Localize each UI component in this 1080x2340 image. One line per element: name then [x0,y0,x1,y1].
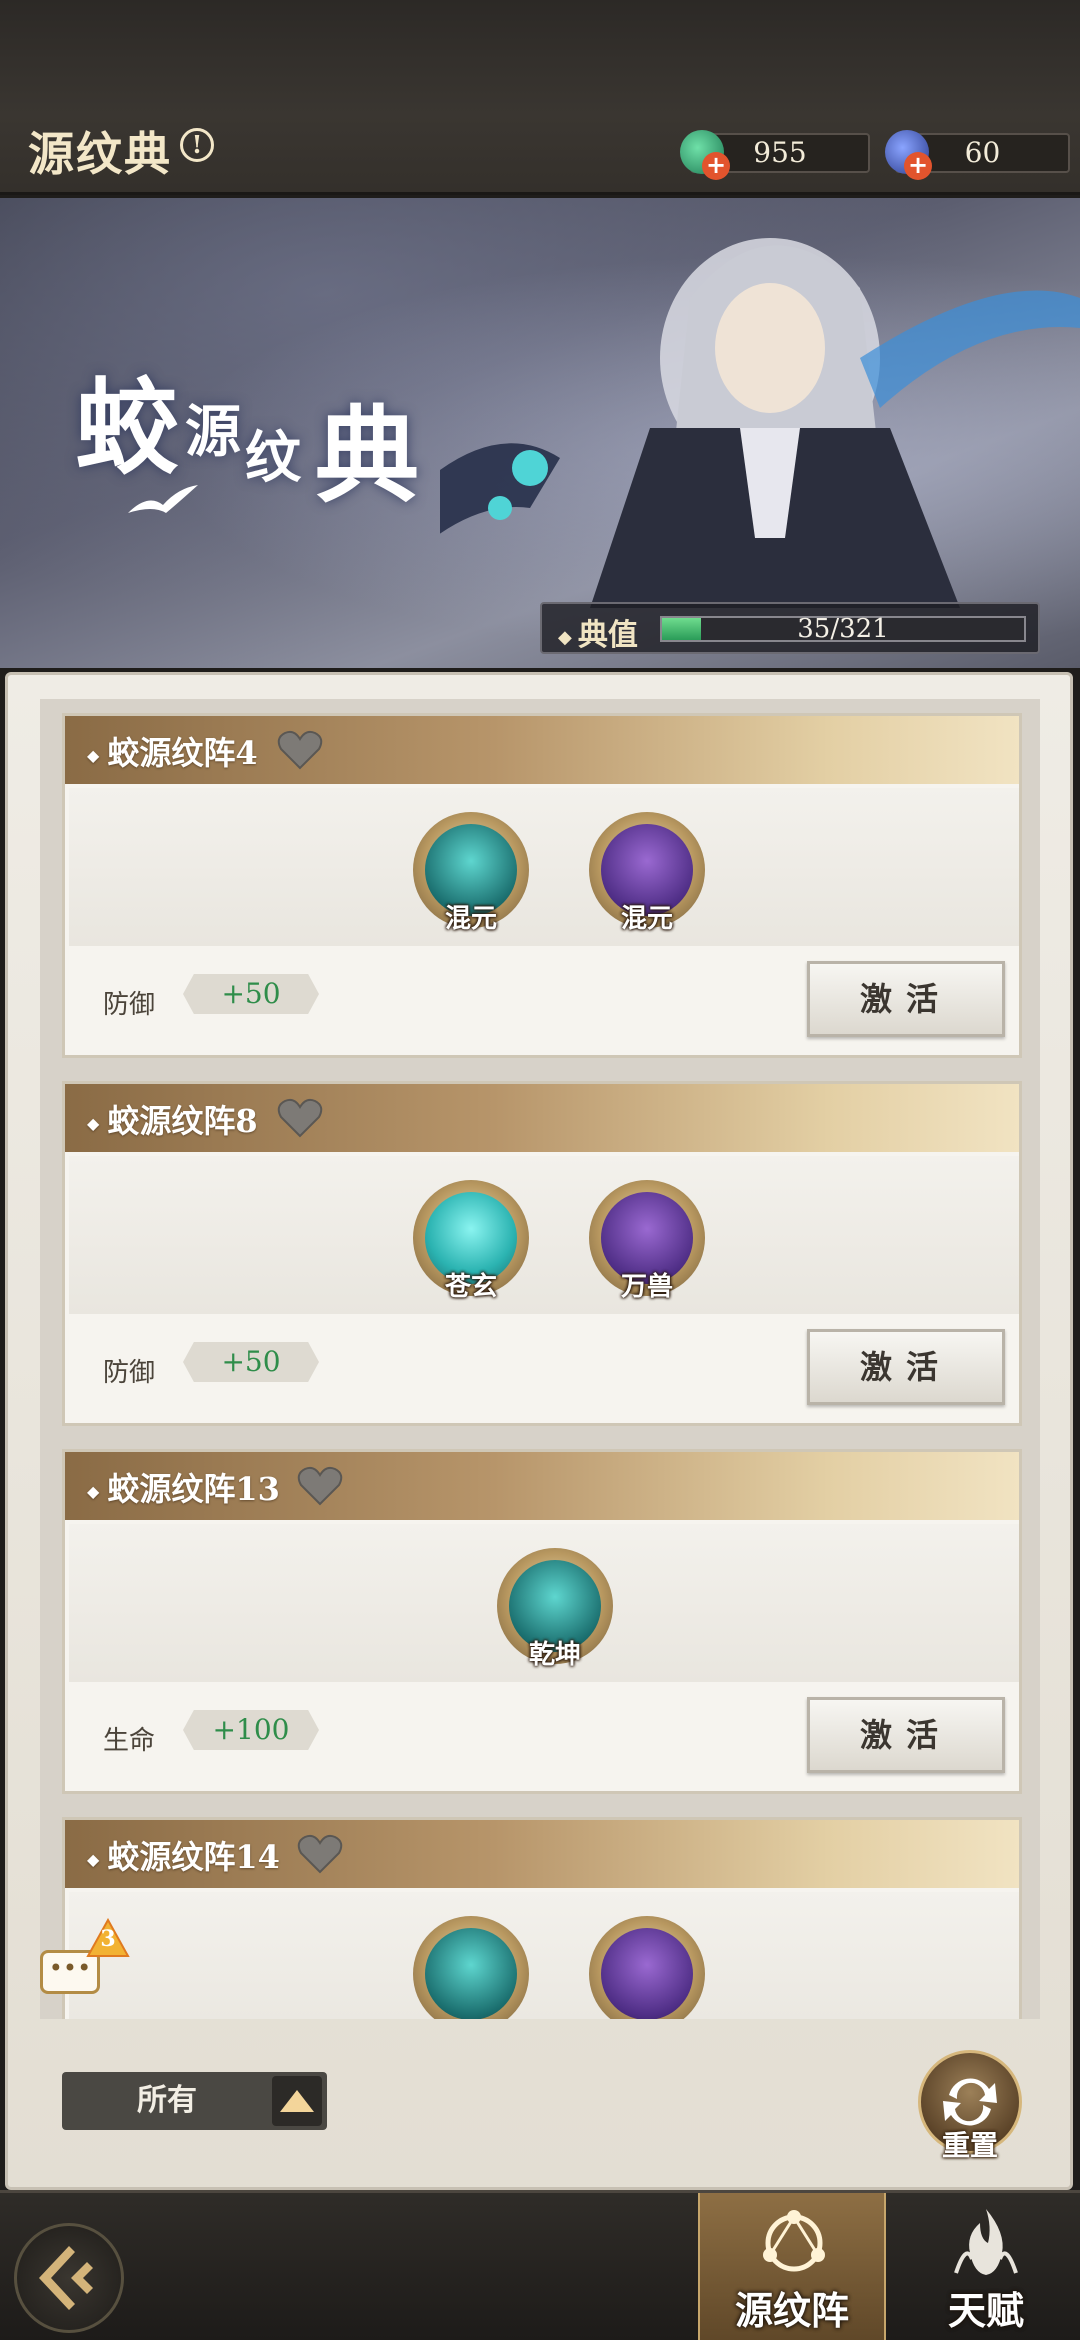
progress-text: 35/321 [797,614,889,644]
progress-label: ◆ 典值 [558,618,638,653]
flame-icon [954,2209,1018,2275]
gem-label: 乾坤 [528,1640,581,1670]
gem-slot[interactable]: 混元 [589,812,705,934]
triangle-up-icon [280,2090,314,2112]
top-bar: 源纹典 ! 955 + 60 + [0,0,1080,195]
card-body [69,1892,1019,2019]
formation-list[interactable]: ◆ 蛟源纹阵4 混元 混元 防御 +50 激活 ◆ 蛟源纹阵8 苍玄 万兽 防御… [40,699,1040,2019]
chat-notification-count: 3 [100,1926,116,1952]
gem-slot[interactable]: 混元 [413,812,529,934]
dian-value-progress: ◆ 典值 35/321 [540,602,1040,654]
hero-banner: 蛟 源 纹 典 ◆ 典值 35/321 [0,198,1080,668]
gem-label: 苍玄 [444,1272,497,1302]
stat-label: 防御 [103,990,156,1020]
card-title: ◆ 蛟源纹阵4 [87,734,258,772]
bird-icon [128,485,198,513]
reset-label: 重置 [941,2129,998,2162]
card-header: ◆ 蛟源纹阵13 [65,1452,1019,1520]
banner-title-char-3: 纹 [245,425,301,491]
mountain-gem-icon [601,1928,693,2019]
formation-panel: ◆ 蛟源纹阵4 混元 混元 防御 +50 激活 ◆ 蛟源纹阵8 苍玄 万兽 防御… [5,672,1073,2190]
heart-icon[interactable] [297,1466,343,1506]
card-header: ◆ 蛟源纹阵14 [65,1820,1019,1888]
filter-label: 所有 [137,2083,197,2118]
stat-label: 防御 [103,1358,156,1388]
card-header: ◆ 蛟源纹阵4 [65,716,1019,784]
card-title: ◆ 蛟源纹阵8 [87,1102,258,1140]
tab-formation-label: 源纹阵 [734,2288,849,2333]
filter-toggle-button[interactable] [272,2076,322,2126]
heart-icon[interactable] [297,1834,343,1874]
gem-slot[interactable]: 万兽 [589,1180,705,1302]
add-orb-button[interactable]: + [904,152,932,180]
bottom-nav: 源纹阵 天赋 [0,2190,1080,2340]
stat-value: +50 [183,1342,319,1382]
banner-title-char-2: 源 [185,399,241,465]
formation-card: ◆ 蛟源纹阵8 苍玄 万兽 防御 +50 激活 [62,1081,1022,1426]
activate-button[interactable]: 激活 [807,961,1005,1037]
gem-label: 混元 [620,904,673,934]
info-icon[interactable]: ! [180,128,214,162]
filter-dropdown[interactable]: 所有 [62,2072,327,2130]
stat-label: 生命 [103,1726,156,1756]
gem-slot[interactable]: 苍玄 [413,1180,529,1302]
card-title: ◆ 蛟源纹阵13 [87,1470,280,1508]
gem-label: 混元 [444,904,497,934]
back-arrow-icon [39,2246,93,2310]
card-title: ◆ 蛟源纹阵14 [87,1838,280,1876]
card-header: ◆ 蛟源纹阵8 [65,1084,1019,1152]
progress-track: 35/321 [660,614,1026,644]
formation-card: ◆ 蛟源纹阵4 混元 混元 防御 +50 激活 [62,713,1022,1058]
gem-slot[interactable]: 乾坤 [497,1548,613,1670]
heart-icon[interactable] [277,730,323,770]
hero-character-illustration [440,238,1080,608]
formation-card: ◆ 蛟源纹阵14 [62,1817,1022,2019]
tab-formation[interactable]: 源纹阵 [698,2193,886,2340]
gem-label: 万兽 [620,1272,673,1302]
formation-card: ◆ 蛟源纹阵13 乾坤 生命 +100 激活 [62,1449,1022,1794]
swirl-gem-icon [425,1928,517,2019]
stat-value: +100 [183,1710,319,1750]
page-title: 源纹典 [28,127,172,181]
banner-title-char-1: 蛟 [75,366,180,489]
tab-talent-label: 天赋 [947,2288,1024,2333]
back-button[interactable] [14,2223,124,2333]
formation-icon [763,2210,825,2272]
activate-button[interactable]: 激活 [807,1329,1005,1405]
activate-button[interactable]: 激活 [807,1697,1005,1773]
heart-icon[interactable] [277,1098,323,1138]
add-jade-button[interactable]: + [702,152,730,180]
tab-talent[interactable]: 天赋 [892,2193,1080,2340]
stat-value: +50 [183,974,319,1014]
banner-title-char-4: 典 [315,394,420,517]
